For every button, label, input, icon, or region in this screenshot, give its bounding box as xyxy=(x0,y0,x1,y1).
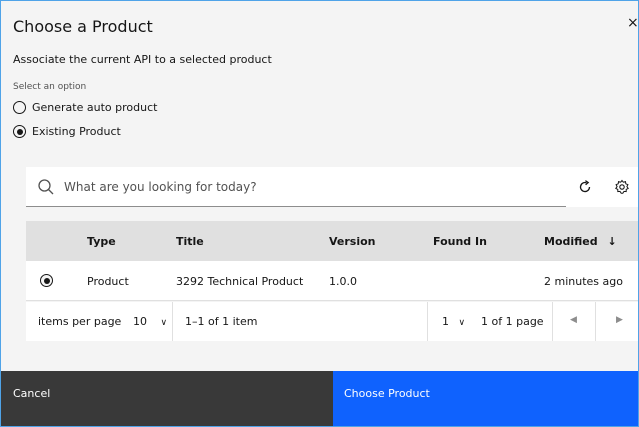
cancel-button[interactable]: Cancel xyxy=(1,371,333,426)
cell-title: 3292 Technical Product xyxy=(176,275,304,288)
cell-type: Product xyxy=(87,275,129,288)
items-range: 1–1 of 1 item xyxy=(185,315,258,328)
refresh-icon[interactable] xyxy=(577,179,593,195)
prev-page-icon[interactable]: ◀ xyxy=(570,315,577,325)
search-input[interactable] xyxy=(64,177,544,197)
radio-checked-icon[interactable] xyxy=(13,125,26,138)
row-radio-checked-icon[interactable] xyxy=(40,274,53,287)
page-value: 1 xyxy=(442,315,449,328)
choose-product-dialog: Choose a Product × Associate the current… xyxy=(0,0,639,427)
search-icon xyxy=(38,179,54,195)
items-per-page-label: items per page xyxy=(38,315,122,328)
divider xyxy=(595,302,596,341)
page-total: 1 of 1 page xyxy=(481,315,544,328)
divider xyxy=(172,302,173,341)
items-per-page-value: 10 xyxy=(133,315,147,328)
chevron-down-icon: ∨ xyxy=(458,318,466,328)
search-underline xyxy=(26,206,566,207)
col-title[interactable]: Title xyxy=(176,235,204,248)
divider xyxy=(427,302,428,341)
table-header: Type Title Version Found In Modified ↓ xyxy=(26,221,638,261)
radio-label: Generate auto product xyxy=(32,101,158,114)
cancel-button-label: Cancel xyxy=(13,387,51,400)
close-icon[interactable]: × xyxy=(627,15,638,31)
radio-unchecked-icon[interactable] xyxy=(13,101,26,114)
pagination-bar: items per page 10 ∨ 1–1 of 1 item 1 ∨ 1 … xyxy=(26,302,638,341)
cell-modified: 2 minutes ago xyxy=(544,275,623,288)
dialog-description: Associate the current API to a selected … xyxy=(13,53,272,66)
choose-product-button-label: Choose Product xyxy=(344,387,430,400)
sort-descending-icon[interactable]: ↓ xyxy=(607,235,616,248)
next-page-icon[interactable]: ▶ xyxy=(616,315,623,325)
col-found-in[interactable]: Found In xyxy=(433,235,487,248)
choose-product-button[interactable]: Choose Product xyxy=(333,371,638,426)
items-per-page-select[interactable]: 10 ∨ xyxy=(133,315,167,328)
chevron-down-icon: ∨ xyxy=(160,318,168,328)
cell-version: 1.0.0 xyxy=(329,275,357,288)
page-select[interactable]: 1 ∨ xyxy=(442,315,465,328)
search-bar xyxy=(26,167,638,207)
col-type[interactable]: Type xyxy=(87,235,116,248)
settings-icon[interactable] xyxy=(614,179,630,195)
col-modified-label: Modified xyxy=(544,235,598,248)
divider xyxy=(552,302,553,341)
col-modified[interactable]: Modified ↓ xyxy=(544,235,617,248)
col-version[interactable]: Version xyxy=(329,235,376,248)
radio-label: Existing Product xyxy=(32,125,121,138)
dialog-title: Choose a Product xyxy=(13,17,153,36)
radio-existing-product[interactable]: Existing Product xyxy=(13,125,121,138)
table-row[interactable]: Product 3292 Technical Product 1.0.0 2 m… xyxy=(26,261,638,301)
radio-generate-auto-product[interactable]: Generate auto product xyxy=(13,101,157,114)
select-option-label: Select an option xyxy=(13,82,87,92)
